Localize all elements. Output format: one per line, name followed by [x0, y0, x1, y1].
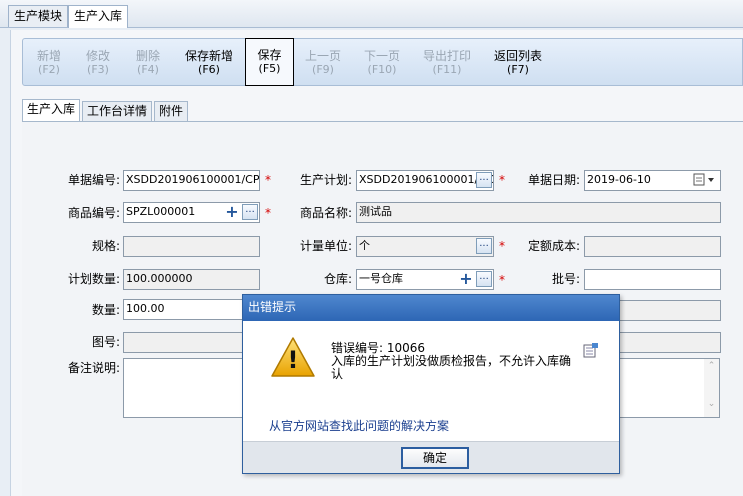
- export-print-button[interactable]: 导出打印 (F11): [421, 43, 473, 85]
- prev-page-button[interactable]: 上一页 (F9): [303, 43, 343, 85]
- plan-required-mark: *: [499, 173, 505, 187]
- add-button-label: 新增: [36, 49, 61, 63]
- unit-label: 计量单位:: [299, 239, 352, 253]
- doc-no-required-mark: *: [265, 173, 271, 187]
- error-dialog: 出错提示 ! 错误编号: 10066 入库的生产计划没做质检报告，不允许入库确认…: [242, 294, 620, 474]
- next-page-button-key: (F10): [367, 63, 397, 76]
- spec-field[interactable]: [123, 236, 260, 257]
- qty-label: 数量:: [91, 303, 120, 317]
- module-tab-production-inbound[interactable]: 生产入库: [68, 5, 129, 28]
- batch-field[interactable]: [584, 269, 721, 290]
- copy-details-icon[interactable]: [583, 343, 599, 359]
- edit-button[interactable]: 修改 (F3): [82, 43, 114, 85]
- item-no-lookup-button[interactable]: ...: [242, 204, 258, 220]
- warehouse-label: 仓库:: [323, 272, 352, 286]
- cost-label: 定额成本:: [527, 239, 580, 253]
- calendar-dropdown-icon[interactable]: [693, 173, 717, 187]
- dialog-footer: 确定: [243, 441, 619, 473]
- date-label: 单据日期:: [527, 173, 580, 187]
- delete-button-label: 删除: [135, 49, 160, 63]
- item-name-field[interactable]: 测试品: [356, 202, 721, 223]
- help-link[interactable]: 从官方网站查找此问题的解决方案: [269, 417, 449, 434]
- error-message: 入库的生产计划没做质检报告，不允许入库确认: [331, 354, 572, 381]
- doc-no-label: 单据编号:: [67, 173, 120, 187]
- back-to-list-button-key: (F7): [507, 63, 529, 76]
- calendar-icon-svg: [693, 173, 714, 186]
- copy-details-svg: [583, 343, 598, 358]
- export-print-button-key: (F11): [432, 63, 462, 76]
- item-no-label: 商品编号:: [67, 206, 120, 220]
- warning-glyph: !: [287, 346, 299, 374]
- plan-lookup-button[interactable]: ...: [476, 172, 492, 188]
- spec-label: 规格:: [91, 239, 120, 253]
- next-page-button[interactable]: 下一页 (F10): [361, 43, 403, 85]
- remark-scrollbar[interactable]: ⌃ ⌄: [704, 359, 719, 417]
- save-button[interactable]: 保存 (F5): [245, 38, 294, 86]
- cost-field[interactable]: [584, 236, 721, 257]
- warning-icon: !: [269, 335, 317, 379]
- scroll-up-arrow-icon[interactable]: ⌃: [704, 361, 719, 371]
- prev-page-button-label: 上一页: [304, 49, 341, 63]
- prev-page-button-key: (F9): [312, 63, 334, 76]
- add-item-icon[interactable]: +: [224, 204, 240, 220]
- ok-button[interactable]: 确定: [401, 447, 469, 469]
- item-name-label: 商品名称:: [299, 206, 352, 220]
- tab-production-inbound[interactable]: 生产入库: [22, 99, 81, 122]
- plan-field[interactable]: XSDD201906100001/JH0: [356, 170, 494, 191]
- save-and-new-button-label: 保存新增: [184, 49, 233, 63]
- batch-label: 批号:: [551, 272, 580, 286]
- module-tab-production[interactable]: 生产模块: [8, 5, 69, 27]
- item-no-required-mark: *: [265, 206, 271, 220]
- unit-lookup-button[interactable]: ...: [476, 238, 492, 254]
- tab-attachments[interactable]: 附件: [154, 101, 189, 122]
- edit-button-key: (F3): [87, 63, 109, 76]
- edit-button-label: 修改: [85, 49, 110, 63]
- save-button-label: 保存: [257, 48, 282, 62]
- qty-field[interactable]: 100.00: [123, 299, 260, 320]
- warehouse-required-mark: *: [499, 273, 505, 287]
- save-button-key: (F5): [258, 62, 281, 75]
- warehouse-lookup-button[interactable]: ...: [476, 271, 492, 287]
- add-button-key: (F2): [38, 63, 60, 76]
- scroll-down-arrow-icon[interactable]: ⌄: [704, 399, 719, 409]
- remark-label: 备注说明:: [67, 361, 120, 375]
- unit-field[interactable]: 个: [356, 236, 494, 257]
- unit-required-mark: *: [499, 239, 505, 253]
- save-and-new-button[interactable]: 保存新增 (F6): [181, 43, 237, 85]
- module-tab-bar: 生产模块 生产入库: [0, 0, 743, 28]
- dialog-title: 出错提示: [243, 295, 619, 321]
- plan-qty-label: 计划数量:: [67, 272, 120, 286]
- add-warehouse-icon[interactable]: +: [458, 271, 474, 287]
- next-page-button-label: 下一页: [363, 49, 400, 63]
- delete-button-key: (F4): [137, 63, 159, 76]
- export-print-button-label: 导出打印: [422, 49, 471, 63]
- back-to-list-button-label: 返回列表: [493, 49, 542, 63]
- drawing-label: 图号:: [91, 335, 120, 349]
- back-to-list-button[interactable]: 返回列表 (F7): [492, 43, 544, 85]
- plan-label: 生产计划:: [299, 173, 352, 187]
- add-button[interactable]: 新增 (F2): [33, 43, 65, 85]
- delete-button[interactable]: 删除 (F4): [132, 43, 164, 85]
- toolbar: 新增 (F2) 修改 (F3) 删除 (F4) 保存新增 (F6) 保存 (F5) 上一页…: [22, 38, 743, 86]
- date-value: 2019-06-10: [587, 173, 651, 186]
- save-and-new-button-key: (F6): [198, 63, 220, 76]
- plan-qty-field[interactable]: 100.000000: [123, 269, 260, 290]
- drawing-field[interactable]: [123, 332, 260, 353]
- tab-workbench-details[interactable]: 工作台详情: [82, 101, 153, 122]
- doc-no-field[interactable]: XSDD201906100001/CP002: [123, 170, 260, 191]
